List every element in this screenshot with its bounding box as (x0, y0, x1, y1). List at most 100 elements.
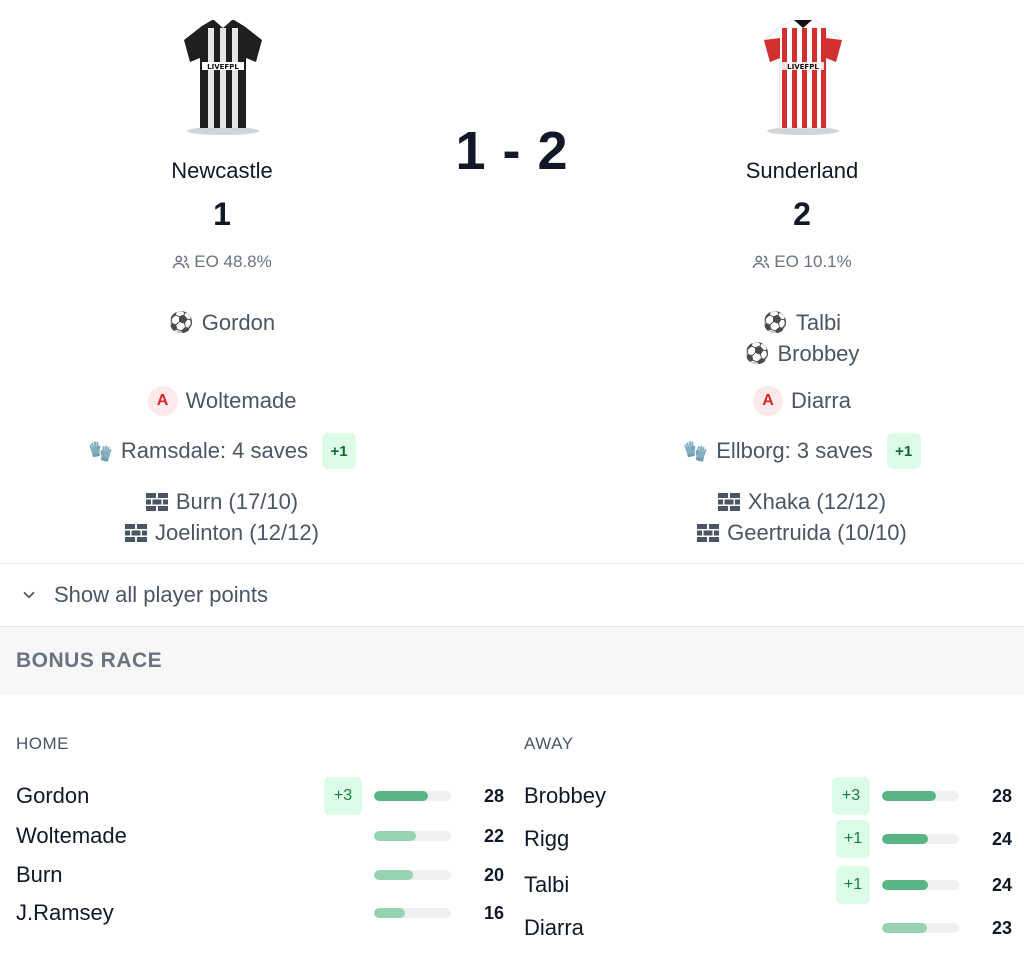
bonus-progress-fill (882, 834, 929, 844)
assist-player: Woltemade (185, 387, 297, 413)
bonus-progress-bar (882, 923, 959, 933)
bonus-progress-fill (374, 870, 413, 880)
assist-row: A Woltemade (22, 385, 422, 416)
wall-icon (697, 523, 720, 542)
clean-sheet-row: Geertruida (10/10) (602, 517, 1002, 548)
bonus-badge: +3 (324, 777, 362, 815)
bonus-progress-bar (374, 870, 451, 880)
clean-sheet-player: Xhaka (12/12) (747, 488, 887, 514)
bps-value: 22 (483, 825, 504, 846)
bonus-badge: +1 (836, 866, 870, 904)
assist-player: Diarra (791, 387, 851, 413)
clean-sheet-row: Burn (17/10) (22, 486, 422, 517)
bonus-progress-bar (374, 831, 451, 841)
home-team-score: 1 (213, 196, 231, 232)
away-clean-sheets: Xhaka (12/12) Geertruida (10/10) (602, 486, 1002, 548)
saves-bonus-badge: +1 (322, 433, 356, 469)
chevron-down-icon (23, 591, 35, 599)
bonus-row: Gordon +3 28 (16, 776, 504, 816)
match-summary: 1 - 2 LIVEFPL Newcastle 1 EO 48.8% ⚽ Gor… (0, 0, 1024, 563)
bps-value: 16 (483, 902, 504, 923)
bps-value: 28 (483, 785, 504, 806)
goal-row: ⚽ Gordon (22, 307, 422, 338)
assist-row: A Diarra (602, 385, 1002, 416)
away-team-score: 2 (793, 196, 811, 232)
svg-text:LIVEFPL: LIVEFPL (207, 63, 239, 71)
bonus-progress-bar (374, 791, 451, 801)
away-jersey-image: LIVEFPL (762, 18, 844, 136)
bonus-badge: +1 (836, 820, 870, 858)
column-label: HOME (16, 734, 69, 753)
away-saves: 🧤 Ellborg: 3 saves +1 (602, 433, 1002, 469)
bonus-progress-fill (882, 923, 927, 933)
bonus-badge: +3 (832, 777, 870, 815)
home-eo: EO 48.8% (22, 252, 422, 272)
away-goals: ⚽ Talbi ⚽ Brobbey (602, 307, 1002, 369)
bonus-race-header: BONUS RACE (0, 627, 1024, 695)
wall-icon (145, 492, 168, 511)
svg-text:LIVEFPL: LIVEFPL (787, 63, 819, 71)
bps-value: 23 (991, 917, 1012, 938)
bonus-row: Brobbey +3 28 (524, 776, 1012, 816)
clean-sheet-player: Joelinton (12/12) (155, 519, 319, 545)
bonus-away-column: AWAY Brobbey +3 28 Rigg +1 24 Talbi +1 2… (524, 734, 1012, 948)
football-icon: ⚽ (168, 312, 194, 334)
bonus-progress-bar (882, 880, 959, 890)
assist-icon: A (147, 385, 178, 416)
away-team-name: Sunderland (745, 158, 859, 183)
final-score: 1 - 2 (455, 121, 569, 181)
away-eo: EO 10.1% (602, 252, 1002, 272)
clean-sheet-player: Geertruida (10/10) (727, 519, 907, 545)
show-all-label: Show all player points (54, 582, 269, 607)
football-icon: ⚽ (762, 312, 788, 334)
bonus-row: Diarra 23 (524, 908, 1012, 948)
saves-row: 🧤 Ellborg: 3 saves +1 (602, 433, 1002, 469)
bonus-progress-bar (882, 834, 959, 844)
goalkeeper-glove-icon: 🧤 (88, 440, 113, 463)
bonus-row: Woltemade 22 (16, 816, 504, 856)
saves-text: Ramsdale: 4 saves (120, 438, 308, 463)
wall-icon (717, 492, 740, 511)
clean-sheet-row: Xhaka (12/12) (602, 486, 1002, 517)
bonus-progress-fill (374, 908, 405, 918)
bonus-row: Talbi +1 24 (524, 862, 1012, 908)
bonus-progress-fill (374, 791, 428, 801)
bonus-progress-bar (374, 908, 451, 918)
bps-value: 24 (991, 874, 1012, 895)
bonus-progress-fill (374, 831, 417, 841)
goal-scorer: Brobbey (777, 340, 860, 366)
assist-icon: A (753, 385, 784, 416)
wall-icon (125, 523, 148, 542)
saves-row: 🧤 Ramsdale: 4 saves +1 (22, 433, 422, 469)
saves-text: Ellborg: 3 saves (716, 438, 873, 463)
home-clean-sheets: Burn (17/10) Joelinton (12/12) (22, 486, 422, 548)
goal-scorer: Gordon (201, 309, 276, 335)
bonus-progress-bar (882, 791, 959, 801)
home-jersey-image: LIVEFPL (182, 18, 264, 136)
goal-row: ⚽ Talbi (602, 307, 1002, 338)
bonus-home-column: HOME Gordon +3 28 Woltemade 22 Burn 20 J… (16, 734, 504, 932)
football-icon: ⚽ (744, 343, 770, 365)
column-label: AWAY (524, 734, 574, 753)
home-goals: ⚽ Gordon (22, 307, 422, 338)
clean-sheet-player: Burn (17/10) (175, 488, 299, 514)
goal-row: ⚽ Brobbey (602, 338, 1002, 369)
bonus-row: J.Ramsey 16 (16, 894, 504, 932)
home-saves: 🧤 Ramsdale: 4 saves +1 (22, 433, 422, 469)
show-all-player-points-toggle[interactable]: Show all player points (0, 564, 1024, 626)
users-icon (753, 255, 770, 269)
bps-value: 20 (483, 864, 504, 885)
bonus-row: Burn 20 (16, 856, 504, 894)
home-eo-value: EO 48.8% (194, 252, 272, 271)
goal-scorer: Talbi (795, 309, 842, 335)
users-icon (173, 255, 190, 269)
bps-value: 28 (991, 785, 1012, 806)
saves-bonus-badge: +1 (886, 433, 921, 469)
away-assists: A Diarra (602, 385, 1002, 416)
bps-value: 24 (991, 828, 1012, 849)
bonus-progress-fill (882, 880, 929, 890)
goalkeeper-glove-icon: 🧤 (683, 440, 709, 463)
home-team-name: Newcastle (171, 158, 273, 183)
bonus-progress-fill (882, 791, 936, 801)
away-eo-value: EO 10.1% (774, 252, 852, 271)
